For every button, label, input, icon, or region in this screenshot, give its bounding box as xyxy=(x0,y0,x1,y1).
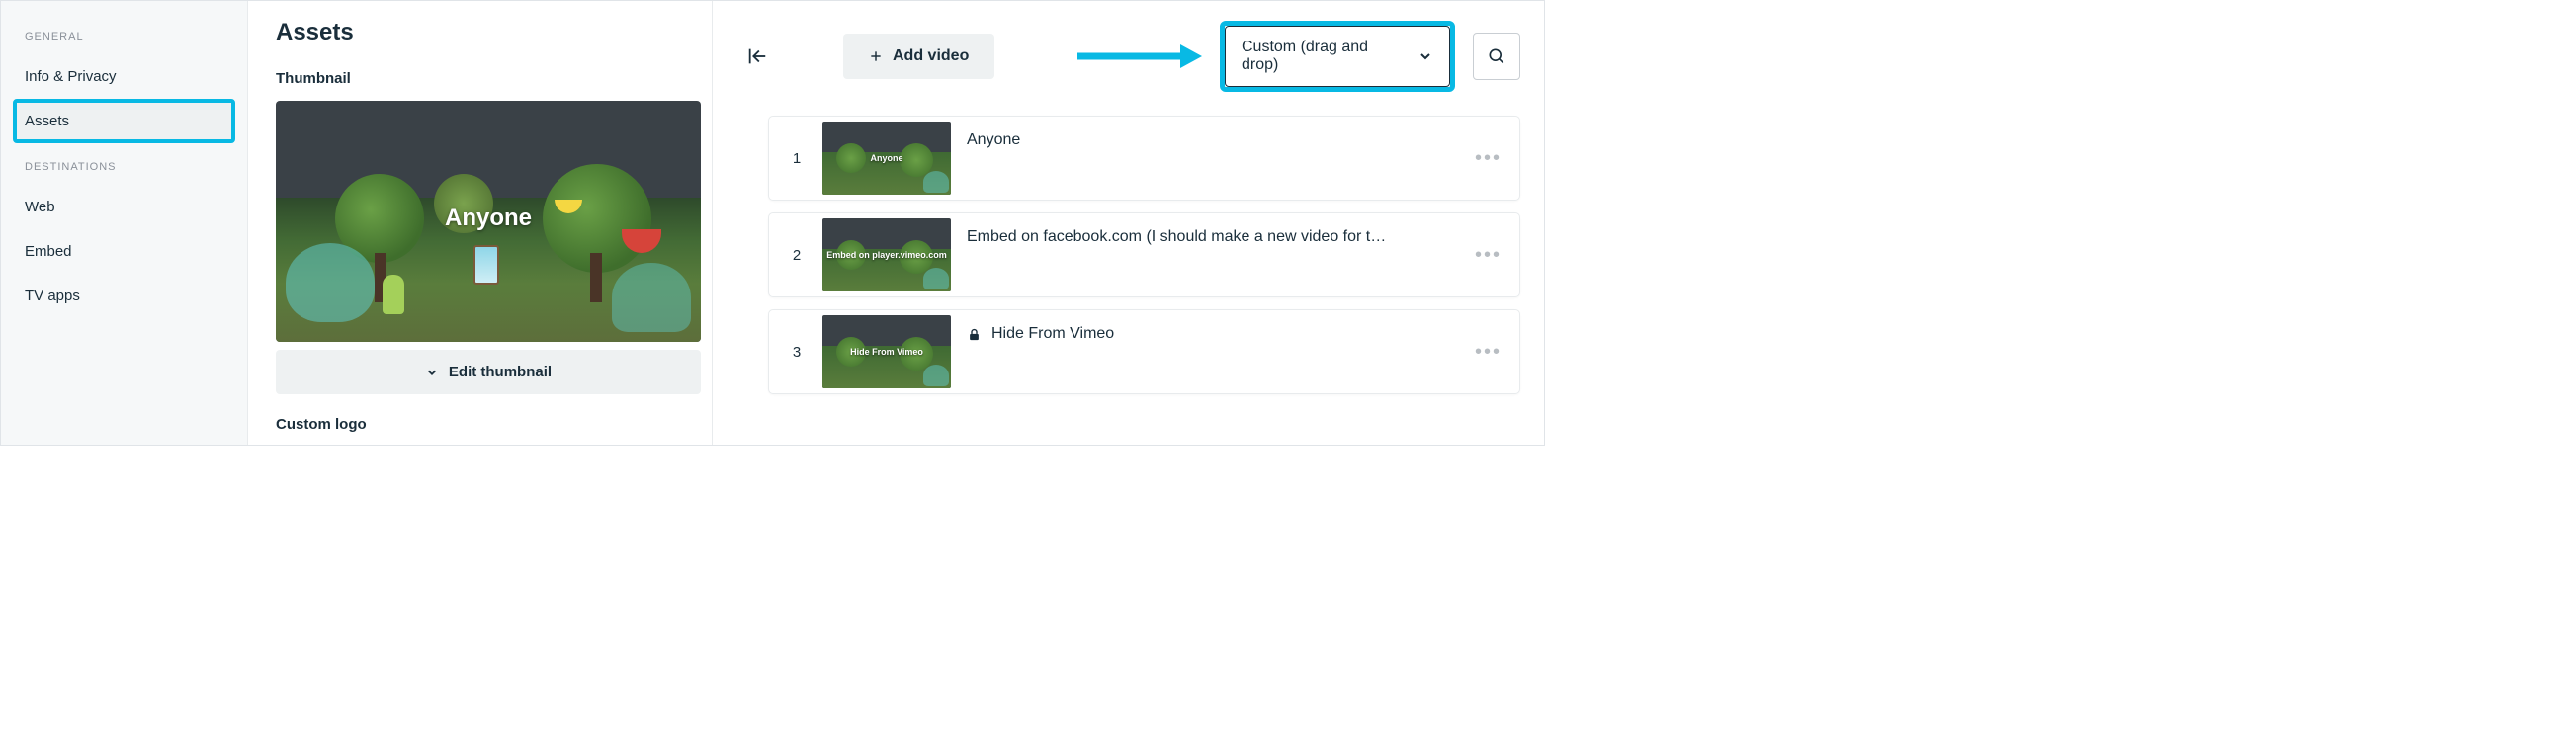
plus-icon xyxy=(869,49,883,63)
add-video-label: Add video xyxy=(893,47,969,65)
chevron-down-icon xyxy=(1417,48,1433,64)
page-title: Assets xyxy=(276,19,684,46)
sort-dropdown[interactable]: Custom (drag and drop) xyxy=(1225,26,1450,87)
video-row[interactable]: 3 Hide From Vimeo Hide From Vimeo ••• xyxy=(768,309,1520,394)
sidebar-item-web[interactable]: Web xyxy=(13,185,235,229)
sidebar-section-destinations: DESTINATIONS xyxy=(13,151,235,185)
edit-thumbnail-button[interactable]: Edit thumbnail xyxy=(276,350,701,394)
collapse-panel-button[interactable] xyxy=(740,40,774,73)
video-title: Hide From Vimeo xyxy=(967,315,1459,343)
video-more-button[interactable]: ••• xyxy=(1475,147,1502,170)
lock-icon xyxy=(967,327,982,342)
sidebar-section-general: GENERAL xyxy=(13,21,235,54)
sidebar: GENERAL Info & Privacy Assets DESTINATIO… xyxy=(1,1,248,445)
sidebar-item-embed[interactable]: Embed xyxy=(13,229,235,274)
video-list: 1 Anyone Anyone ••• 2 Embed on player.vi… xyxy=(740,116,1520,394)
sidebar-item-assets[interactable]: Assets xyxy=(13,99,235,143)
collapse-left-icon xyxy=(746,45,768,67)
video-thumbnail[interactable]: Hide From Vimeo xyxy=(822,315,951,388)
video-title: Anyone xyxy=(967,122,1459,149)
video-thumbnail[interactable]: Anyone xyxy=(822,122,951,195)
thumbnail-heading: Thumbnail xyxy=(276,70,684,87)
sort-dropdown-value: Custom (drag and drop) xyxy=(1242,39,1404,74)
chevron-down-icon xyxy=(425,366,439,379)
thumbnail-preview[interactable]: Anyone xyxy=(276,101,701,342)
video-row-number: 1 xyxy=(787,150,807,167)
search-button[interactable] xyxy=(1473,33,1520,80)
video-list-panel: Add video Custom (drag and drop) xyxy=(713,1,1544,445)
video-row-number: 3 xyxy=(787,344,807,361)
sidebar-item-tv-apps[interactable]: TV apps xyxy=(13,274,235,318)
toolbar: Add video Custom (drag and drop) xyxy=(740,21,1520,92)
add-video-button[interactable]: Add video xyxy=(843,34,994,79)
video-more-button[interactable]: ••• xyxy=(1475,244,1502,267)
assets-panel: Assets Thumbnail Anyone Edit thumbnail C… xyxy=(248,1,713,445)
custom-logo-heading: Custom logo xyxy=(276,416,684,433)
video-thumbnail[interactable]: Embed on player.vimeo.com xyxy=(822,218,951,291)
thumbnail-title-overlay: Anyone xyxy=(445,205,532,232)
video-row[interactable]: 2 Embed on player.vimeo.com Embed on fac… xyxy=(768,212,1520,297)
edit-thumbnail-label: Edit thumbnail xyxy=(449,364,552,380)
more-horizontal-icon: ••• xyxy=(1475,341,1502,363)
sidebar-item-info-privacy[interactable]: Info & Privacy xyxy=(13,54,235,99)
annotation-arrow xyxy=(1073,41,1202,71)
video-title: Embed on facebook.com (I should make a n… xyxy=(967,218,1459,246)
more-horizontal-icon: ••• xyxy=(1475,147,1502,169)
video-row-number: 2 xyxy=(787,247,807,264)
sort-dropdown-highlight: Custom (drag and drop) xyxy=(1220,21,1455,92)
video-row[interactable]: 1 Anyone Anyone ••• xyxy=(768,116,1520,201)
video-more-button[interactable]: ••• xyxy=(1475,341,1502,364)
search-icon xyxy=(1487,46,1506,66)
more-horizontal-icon: ••• xyxy=(1475,244,1502,266)
